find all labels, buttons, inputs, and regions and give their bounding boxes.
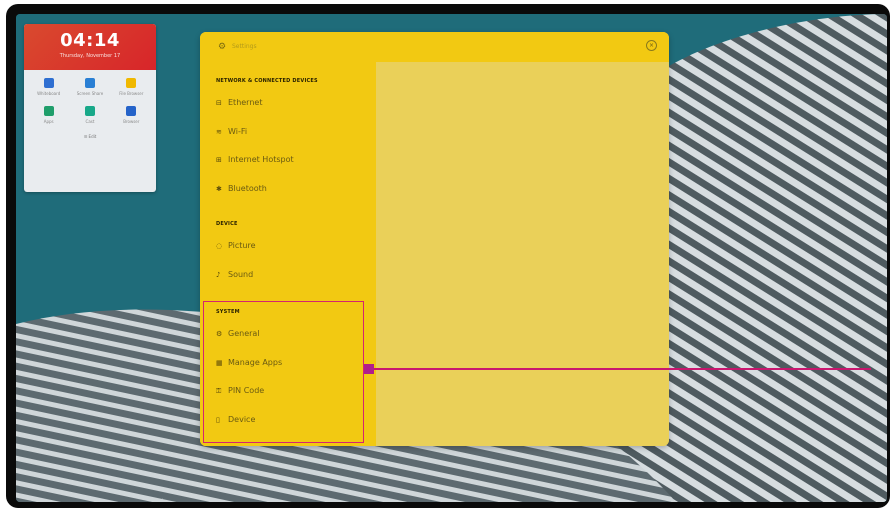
sidebar-item-label: Ethernet bbox=[228, 98, 263, 107]
bluetooth-icon: ✱ bbox=[216, 184, 222, 193]
ethernet-icon: ⊟ bbox=[216, 99, 222, 107]
hotspot-icon: ⊞ bbox=[216, 156, 222, 164]
sidebar-item-internet-hotspot[interactable]: ⊞ Internet Hotspot bbox=[216, 155, 294, 164]
annotation-line bbox=[374, 368, 871, 370]
sidebar-item-label: Internet Hotspot bbox=[228, 155, 294, 164]
sidebar-item-picture[interactable]: ◌ Picture bbox=[216, 241, 256, 250]
annotation-marker bbox=[364, 364, 374, 374]
wifi-icon: ≋ bbox=[216, 127, 222, 136]
highlight-box-system-section bbox=[203, 301, 364, 443]
clock-header: 04:14 Thursday, November 17 bbox=[24, 24, 156, 70]
widget-app-label: File Browser bbox=[119, 91, 144, 96]
sidebar-item-label: Wi-Fi bbox=[228, 126, 248, 136]
cast-icon bbox=[84, 106, 95, 116]
settings-titlebar: ⚙ Settings × bbox=[200, 32, 669, 62]
whiteboard-icon bbox=[43, 78, 54, 88]
sidebar-item-label: Bluetooth bbox=[228, 183, 267, 193]
section-header-network-connected-devices: NETWORK & CONNECTED DEVICES bbox=[216, 78, 318, 84]
settings-content bbox=[376, 62, 669, 446]
widget-app-0[interactable]: Whiteboard bbox=[28, 78, 69, 96]
widget-app-2[interactable]: File Browser bbox=[111, 78, 152, 96]
globe-icon bbox=[126, 106, 137, 116]
section-header-device: DEVICE bbox=[216, 221, 238, 227]
clock-date: Thursday, November 17 bbox=[59, 53, 121, 59]
widget-app-label: Whiteboard bbox=[37, 91, 61, 96]
folder-icon bbox=[126, 78, 137, 88]
widget-app-label: Apps bbox=[43, 119, 54, 124]
clock-widget: 04:14 Thursday, November 17 Whiteboard Sc… bbox=[24, 24, 156, 192]
screen-share-icon bbox=[84, 78, 95, 88]
sidebar-item-label: Picture bbox=[228, 241, 256, 250]
picture-icon: ◌ bbox=[216, 242, 223, 250]
widget-app-3[interactable]: Apps bbox=[28, 106, 69, 124]
close-icon[interactable]: × bbox=[646, 40, 657, 51]
sound-icon: ♪ bbox=[216, 270, 221, 279]
sidebar-item-bluetooth[interactable]: ✱ Bluetooth bbox=[216, 184, 267, 193]
sidebar-item-wi-fi[interactable]: ≋ Wi-Fi bbox=[216, 127, 247, 136]
widget-edit-button[interactable]: ☰ Edit bbox=[24, 134, 156, 139]
sidebar-item-sound[interactable]: ♪ Sound bbox=[216, 270, 253, 279]
widget-app-label: Cast bbox=[85, 119, 95, 124]
sidebar-item-label: Sound bbox=[228, 269, 254, 279]
widget-app-label: Screen Share bbox=[76, 91, 104, 96]
widget-app-label: Browser bbox=[123, 119, 140, 124]
sidebar-item-ethernet[interactable]: ⊟ Ethernet bbox=[216, 98, 262, 107]
widget-app-1[interactable]: Screen Share bbox=[69, 78, 110, 96]
widget-app-4[interactable]: Cast bbox=[69, 106, 110, 124]
widget-app-5[interactable]: Browser bbox=[111, 106, 152, 124]
clock-time: 04:14 bbox=[60, 30, 120, 51]
apps-icon bbox=[43, 106, 54, 116]
gear-icon: ⚙ bbox=[218, 42, 227, 52]
settings-title: Settings bbox=[232, 43, 257, 50]
